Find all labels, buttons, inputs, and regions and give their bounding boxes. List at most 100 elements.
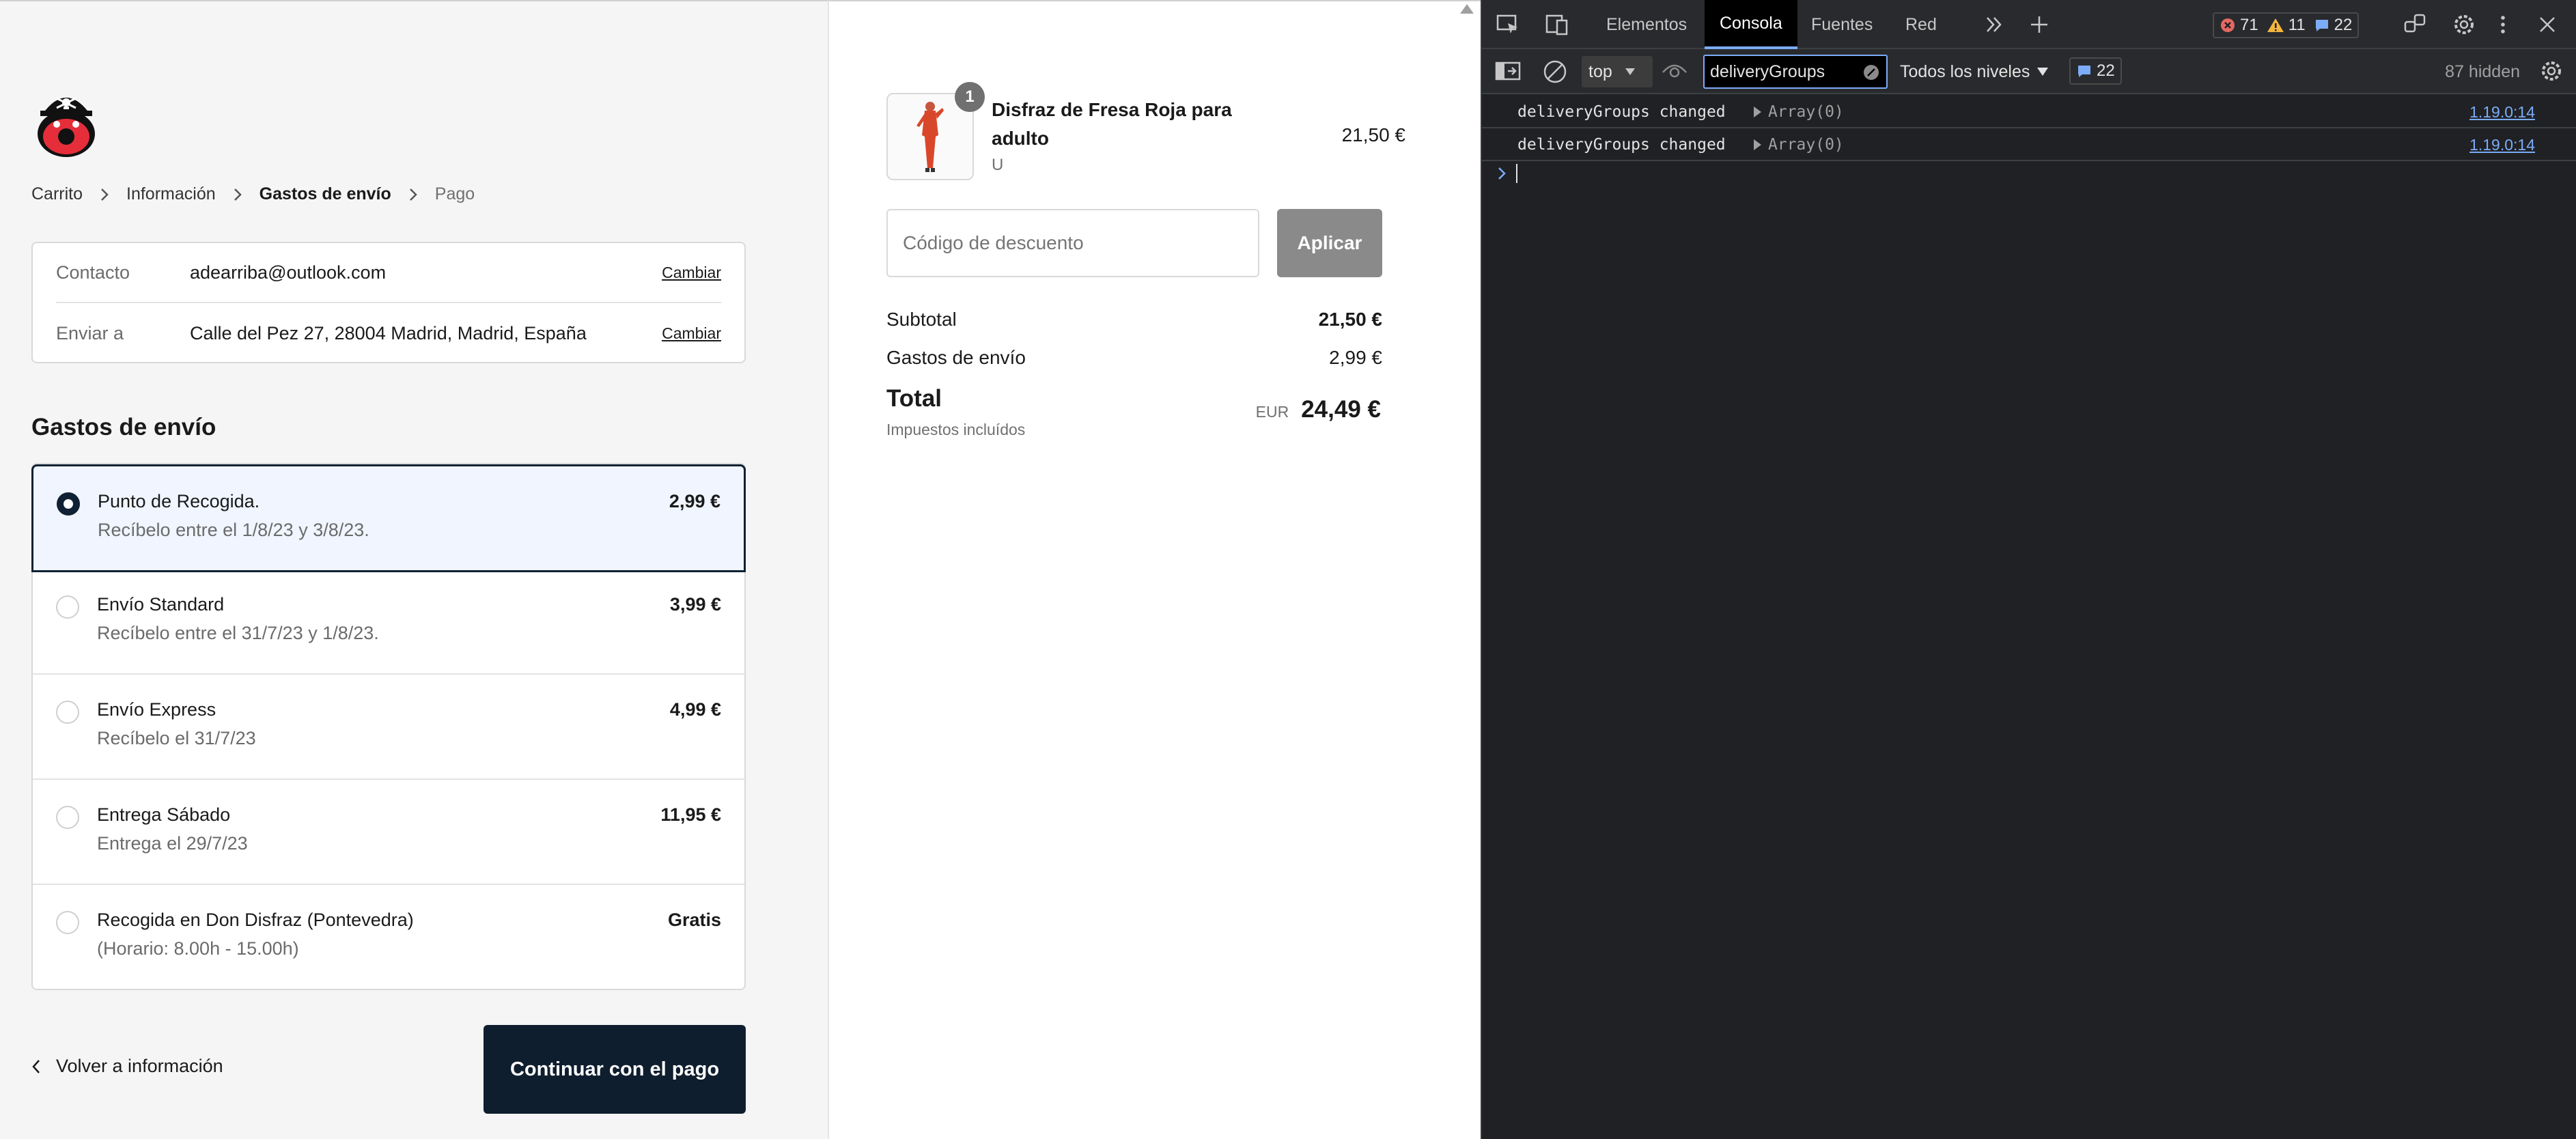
filter-value: deliveryGroups (1710, 61, 1825, 81)
shipping-option-eta: Recíbelo el 31/7/23 (97, 728, 256, 748)
radio-unselected[interactable] (56, 911, 79, 934)
total-value: 24,49 € (1301, 396, 1381, 423)
contact-label: Contacto (56, 262, 130, 283)
scroll-up-arrow-icon[interactable] (1460, 4, 1474, 14)
apply-discount-button[interactable]: Aplicar (1277, 209, 1382, 277)
expand-triangle-icon (1754, 139, 1761, 150)
pirate-logo-icon[interactable] (36, 86, 96, 157)
inspect-element-icon[interactable] (1496, 12, 1520, 37)
prompt-chevron-icon (1498, 167, 1506, 180)
log-array-toggle[interactable]: Array(0) (1754, 103, 1844, 121)
contact-row: Contacto adearriba@outlook.com Cambiar (56, 243, 721, 303)
close-icon[interactable] (2535, 12, 2560, 37)
live-expression-eye-icon[interactable] (1661, 60, 1688, 82)
shipping-option-name: Entrega Sábado (97, 804, 231, 825)
log-levels-select[interactable]: Todos los niveles (1900, 56, 2049, 87)
back-to-info-link[interactable]: Volver a información (31, 1056, 223, 1077)
more-options-icon[interactable] (2498, 12, 2508, 37)
tab-network[interactable]: Red (1905, 0, 1937, 49)
radio-selected[interactable] (57, 492, 80, 516)
expand-triangle-icon (1754, 107, 1761, 117)
radio-unselected[interactable] (56, 806, 79, 829)
chevron-right-icon (234, 188, 242, 201)
shipping-option-eta: Entrega el 29/7/23 (97, 833, 248, 854)
console-toolbar: top deliveryGroups Todos los niveles 22 … (1482, 49, 2576, 94)
log-source-link[interactable]: 1.19.0:14 (2469, 103, 2535, 122)
shipping-section-title: Gastos de envío (31, 414, 216, 440)
clear-console-icon[interactable] (1542, 59, 1568, 85)
continue-to-payment-button[interactable]: Continuar con el pago (484, 1025, 746, 1114)
shipping-cost-row: Gastos de envío 2,99 € (886, 347, 1382, 369)
back-label: Volver a información (56, 1056, 223, 1076)
shipping-options-list: Punto de Recogida. Recíbelo entre el 1/8… (31, 463, 746, 990)
log-message: deliveryGroups changed (1517, 136, 1726, 154)
clear-filter-icon[interactable] (1863, 64, 1879, 81)
tab-console[interactable]: Consola (1705, 0, 1797, 49)
change-contact-link[interactable]: Cambiar (662, 264, 721, 282)
radio-unselected[interactable] (56, 595, 79, 619)
message-icon (2315, 20, 2328, 31)
total-currency: EUR (1255, 403, 1289, 421)
chevron-right-icon (409, 188, 417, 201)
sidebar-toggle-icon[interactable] (1494, 59, 1522, 83)
message-icon (2078, 66, 2090, 77)
subtotal-value: 21,50 € (1318, 309, 1382, 330)
shipping-option[interactable]: Envío Standard Recíbelo entre el 31/7/23… (33, 570, 744, 675)
tab-elements[interactable]: Elementos (1606, 0, 1687, 49)
shipping-option-name: Envío Express (97, 699, 216, 720)
order-summary-panel: 1 Disfraz de Fresa Roja para adulto U 21… (828, 0, 1481, 1139)
shipping-option-price: 4,99 € (669, 699, 721, 720)
shipping-option[interactable]: Recogida en Don Disfraz (Pontevedra) (Ho… (33, 885, 744, 990)
error-count: 71 (2220, 16, 2258, 35)
total-amount: EUR 24,49 € (1256, 396, 1381, 423)
warning-count: 11 (2267, 16, 2306, 35)
shipping-option-price: 11,95 € (660, 804, 721, 825)
context-select[interactable]: top (1582, 56, 1653, 87)
console-settings-gear-icon[interactable] (2539, 59, 2564, 83)
contact-value: adearriba@outlook.com (190, 262, 387, 283)
contact-summary-box: Contacto adearriba@outlook.com Cambiar E… (31, 242, 746, 363)
network-conditions-icon[interactable] (2403, 12, 2427, 37)
issues-count: 22 (2097, 61, 2115, 80)
text-caret (1516, 164, 1517, 183)
issues-button[interactable]: 22 (2069, 57, 2122, 85)
tab-sources[interactable]: Fuentes (1811, 0, 1873, 49)
change-address-link[interactable]: Cambiar (662, 324, 721, 343)
shipping-option[interactable]: Envío Express Recíbelo el 31/7/23 4,99 € (33, 675, 744, 780)
tax-note: Impuestos incluídos (886, 421, 1026, 438)
console-log-row: deliveryGroups changed Array(0) 1.19.0:1… (1482, 97, 2576, 128)
shipping-option-eta: Recíbelo entre el 1/8/23 y 3/8/23. (98, 520, 369, 540)
shipping-option[interactable]: Punto de Recogida. Recíbelo entre el 1/8… (31, 464, 746, 572)
console-log-row: deliveryGroups changed Array(0) 1.19.0:1… (1482, 130, 2576, 161)
shipping-option-eta: Recíbelo entre el 31/7/23 y 1/8/23. (97, 623, 379, 643)
product-name: Disfraz de Fresa Roja para adulto (992, 99, 1232, 149)
subtotal-label: Subtotal (886, 309, 957, 330)
dropdown-arrow-icon (2037, 68, 2049, 76)
shipping-cost-value: 2,99 € (1329, 347, 1382, 368)
console-counters[interactable]: 71 11 22 (2213, 12, 2360, 38)
breadcrumb-cart[interactable]: Carrito (31, 184, 83, 204)
more-tabs-icon[interactable] (1983, 14, 2005, 36)
log-source-link[interactable]: 1.19.0:14 (2469, 136, 2535, 154)
shipping-option-eta: (Horario: 8.00h - 15.00h) (97, 938, 299, 959)
console-prompt[interactable] (1497, 164, 1517, 183)
product-thumbnail: 1 (886, 82, 985, 180)
radio-unselected[interactable] (56, 701, 79, 724)
shipping-option[interactable]: Entrega Sábado Entrega el 29/7/23 11,95 … (33, 780, 744, 885)
shipping-option-name: Recogida en Don Disfraz (Pontevedra) (97, 910, 414, 930)
devtools-panel: Elementos Consola Fuentes Red 71 11 22 t… (1481, 0, 2576, 1139)
shipping-cost-label: Gastos de envío (886, 347, 1026, 368)
settings-gear-icon[interactable] (2452, 12, 2476, 37)
breadcrumb-info[interactable]: Información (126, 184, 216, 204)
levels-value: Todos los niveles (1900, 61, 2030, 81)
device-toolbar-icon[interactable] (1545, 12, 1569, 37)
log-message: deliveryGroups changed (1517, 103, 1726, 121)
add-tab-icon[interactable] (2028, 14, 2050, 36)
discount-code-input[interactable]: Código de descuento (886, 209, 1259, 277)
warning-icon (2267, 18, 2284, 32)
log-array-toggle[interactable]: Array(0) (1754, 136, 1844, 154)
console-filter-input[interactable]: deliveryGroups (1703, 55, 1888, 89)
ship-to-value: Calle del Pez 27, 28004 Madrid, Madrid, … (190, 322, 587, 343)
quantity-badge: 1 (955, 82, 985, 112)
ship-to-label: Enviar a (56, 322, 124, 343)
